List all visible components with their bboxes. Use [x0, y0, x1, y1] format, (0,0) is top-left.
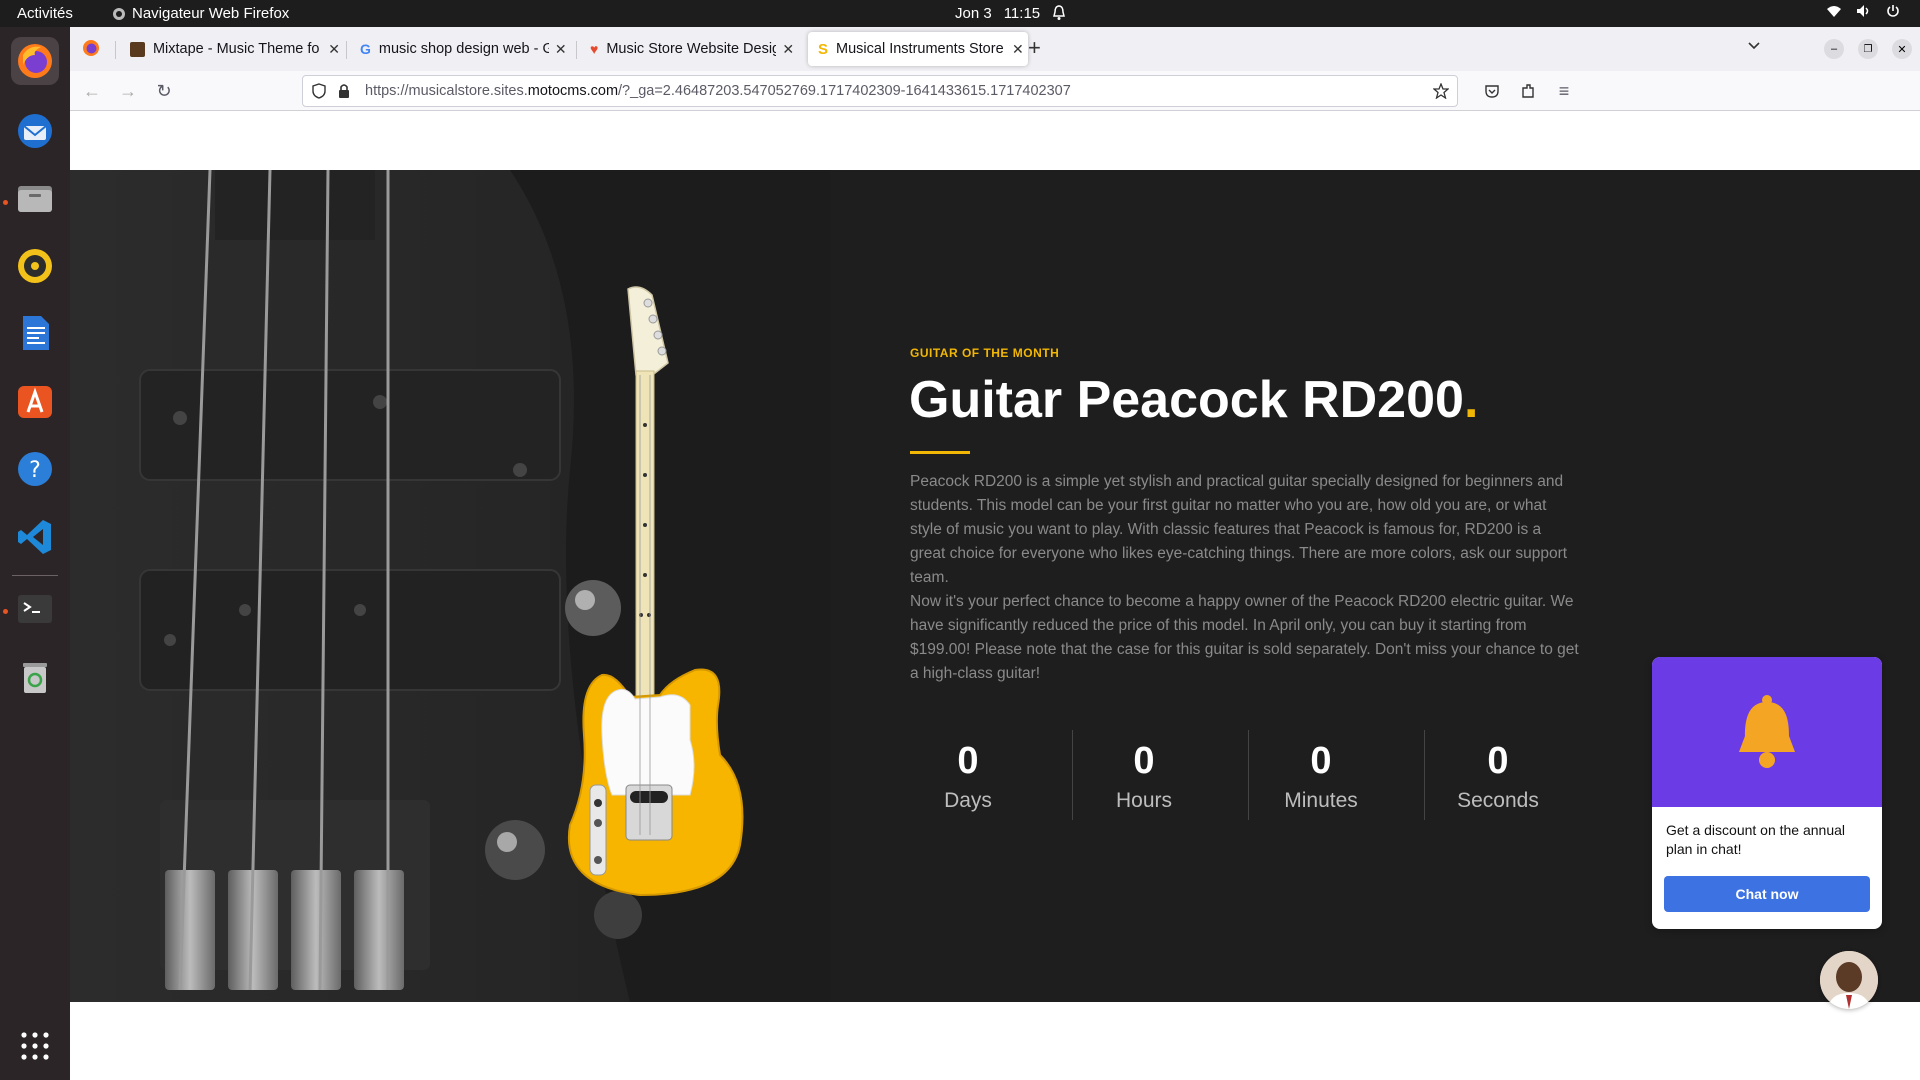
tab-musical-instruments-store[interactable]: S Musical Instruments Store ✕ — [808, 32, 1028, 66]
s-favicon: S — [818, 40, 829, 58]
tab-title: Musical Instruments Store — [836, 41, 1004, 57]
tab-title: Mixtape - Music Theme fo — [152, 41, 320, 57]
tab-mixtape[interactable]: Mixtape - Music Theme fo ✕ — [120, 32, 340, 66]
title-underline — [910, 451, 970, 454]
app-name: Navigateur Web Firefox — [132, 5, 290, 22]
terminal-dock-icon[interactable] — [11, 585, 59, 633]
extensions-icon[interactable] — [1516, 79, 1540, 103]
guitar-of-the-month-section: GUITAR OF THE MONTH Guitar Peacock RD200… — [70, 170, 1920, 1002]
help-dock-icon[interactable]: ? — [11, 445, 59, 493]
tab-title: music shop design web - G — [378, 41, 549, 57]
forward-icon[interactable]: → — [116, 79, 140, 103]
support-agent-avatar[interactable] — [1820, 951, 1878, 1009]
lock-icon[interactable] — [337, 83, 351, 99]
vscode-dock-icon[interactable] — [11, 513, 59, 561]
svg-text:?: ? — [29, 458, 41, 483]
countdown-minutes: 0 Minutes — [1284, 740, 1358, 812]
navigation-toolbar: ← → ↻ https://musicalstore.sites.motocms… — [70, 71, 1920, 111]
firefox-dock-icon[interactable] — [11, 37, 59, 85]
rhythmbox-dock-icon[interactable] — [11, 242, 59, 290]
activities-button[interactable]: Activités — [17, 5, 73, 22]
firefox-view-icon[interactable] — [82, 39, 100, 62]
eyebrow-label: GUITAR OF THE MONTH — [910, 346, 1060, 360]
yellow-guitar-image — [567, 286, 744, 897]
close-tab-icon[interactable]: ✕ — [1012, 41, 1024, 58]
countdown-seconds: 0 Seconds — [1457, 740, 1539, 812]
new-tab-icon[interactable]: + — [1028, 35, 1041, 61]
date: Jon 3 — [955, 5, 992, 22]
tab-google-search[interactable]: G music shop design web - G ✕ — [350, 32, 570, 66]
reload-icon[interactable]: ↻ — [152, 79, 176, 103]
chat-now-button[interactable]: Chat now — [1664, 876, 1870, 912]
show-apps-grid-icon[interactable] — [11, 1022, 59, 1070]
time: 11:15 — [1003, 5, 1041, 22]
bell-icon — [1739, 695, 1795, 768]
libreoffice-writer-dock-icon[interactable] — [11, 309, 59, 357]
tab-bar: Mixtape - Music Theme fo ✕ G music shop … — [70, 27, 1920, 71]
app-menu[interactable]: Navigateur Web Firefox — [112, 5, 289, 22]
wifi-icon — [1827, 6, 1841, 17]
system-tray[interactable] — [1826, 4, 1900, 18]
tab-music-store-design[interactable]: ♥ Music Store Website Desig ✕ — [580, 32, 800, 66]
thunderbird-dock-icon[interactable] — [11, 107, 59, 155]
google-favicon: G — [360, 41, 371, 57]
menu-hamburger-icon[interactable]: ≡ — [1552, 79, 1576, 103]
description-paragraph: Peacock RD200 is a simple yet stylish an… — [910, 473, 1568, 586]
notification-bell-icon — [1053, 5, 1066, 20]
trash-dock-icon[interactable] — [11, 653, 59, 701]
dock: ? — [0, 27, 70, 1080]
app-center-dock-icon[interactable] — [11, 377, 59, 425]
chat-promo-widget: Get a discount on the annual plan in cha… — [1652, 657, 1882, 929]
countdown-days: 0 Days — [944, 740, 992, 812]
minimize-icon[interactable]: – — [1824, 39, 1844, 59]
back-icon[interactable]: ← — [80, 79, 104, 103]
close-window-icon[interactable]: ✕ — [1892, 39, 1912, 59]
product-title: Guitar Peacock RD200. — [909, 371, 1479, 429]
product-description: Peacock RD200 is a simple yet stylish an… — [910, 470, 1580, 686]
volume-icon — [1857, 5, 1869, 17]
url-text: https://musicalstore.sites.motocms.com/?… — [365, 83, 1071, 99]
chat-widget-header — [1652, 657, 1882, 807]
list-all-tabs-icon[interactable] — [1746, 37, 1762, 58]
chat-promo-message: Get a discount on the annual plan in cha… — [1666, 822, 1846, 857]
power-icon — [1887, 5, 1899, 17]
tab-title: Music Store Website Desig — [606, 41, 777, 57]
mixtape-favicon — [130, 41, 145, 57]
system-top-bar: Activités Navigateur Web Firefox Jon 3 1… — [0, 0, 1920, 27]
clock[interactable]: Jon 3 11:15 — [955, 5, 1066, 22]
maximize-icon[interactable]: ❐ — [1858, 39, 1878, 59]
countdown-timer: 0 Days 0 Hours 0 Minutes 0 Seconds — [910, 730, 1610, 820]
countdown-hours: 0 Hours — [1115, 740, 1173, 812]
url-bar[interactable]: https://musicalstore.sites.motocms.com/?… — [302, 75, 1458, 107]
close-tab-icon[interactable]: ✕ — [782, 41, 794, 58]
shield-icon[interactable] — [311, 83, 327, 99]
description-paragraph: Now it's your perfect chance to become a… — [910, 593, 1579, 682]
firefox-small-icon — [113, 7, 125, 20]
close-tab-icon[interactable]: ✕ — [555, 41, 567, 58]
close-tab-icon[interactable]: ✕ — [328, 41, 340, 58]
heart-favicon: ♥ — [590, 41, 599, 57]
web-page: GUITAR OF THE MONTH Guitar Peacock RD200… — [70, 112, 1920, 1080]
pocket-icon[interactable] — [1480, 79, 1504, 103]
files-dock-icon[interactable] — [11, 174, 59, 222]
bookmark-star-icon[interactable] — [1433, 83, 1449, 99]
